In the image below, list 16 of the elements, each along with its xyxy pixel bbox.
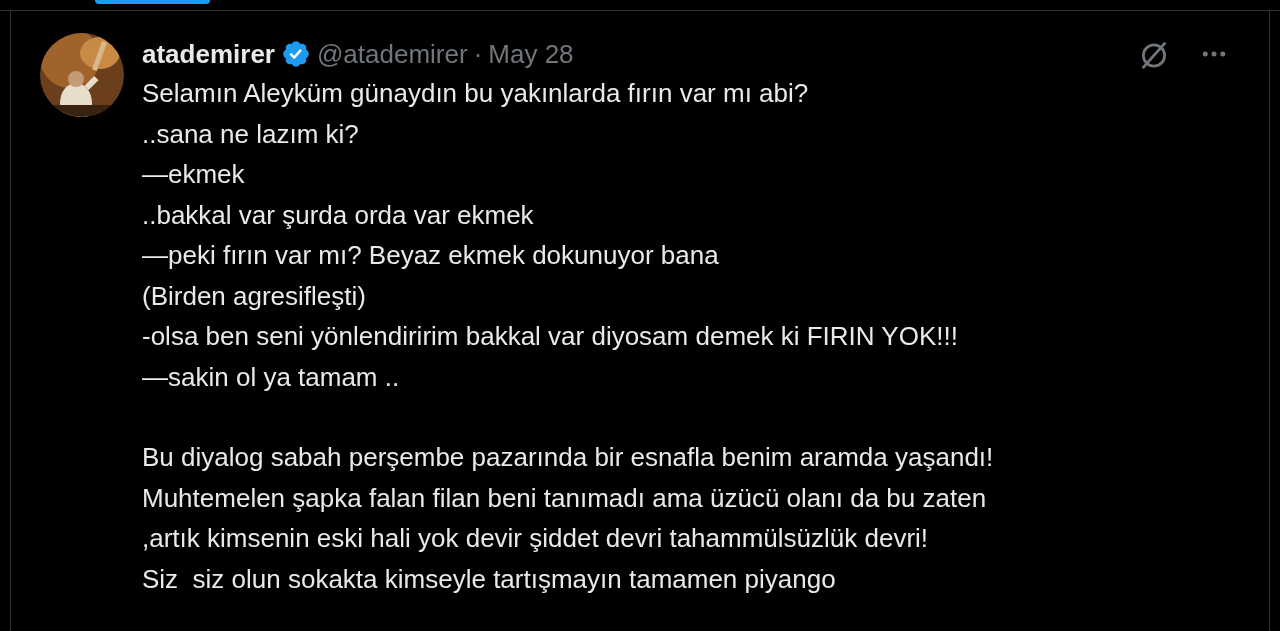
display-name[interactable]: atademirer	[142, 38, 275, 70]
post-text-line: Bu diyalog sabah perşembe pazarında bir esnafla benim aramda yaşandı!	[142, 441, 995, 474]
post-text-line: ..bakkal var şurda orda var ekmek	[142, 198, 535, 232]
user-handle[interactable]: @atademirer	[316, 38, 468, 70]
post-text-line: —sakin ol ya tamam ..	[142, 360, 401, 394]
post-text-line: -olsa ben seni yönlendiririm bakkal var diyosam demek ki FIRIN YOK!!!	[142, 320, 959, 353]
post-text-line: Siz siz olun sokakta kimseyle tartışmayın tamamen piyango	[142, 562, 837, 596]
post-text-line: ..sana ne lazım ki?	[142, 117, 360, 151]
post-text-line: —ekmek	[142, 158, 246, 191]
post-text-line: ,artık kimsenin eski hali yok devir şiddet devri tahammülsüzlük devri!	[142, 522, 930, 555]
post-text-line: Muhtemelen şapka falan filan beni tanımadı ama üzücü olanı da bu zaten	[142, 481, 988, 515]
post-text-line: (Birden agresifleşti)	[142, 279, 367, 313]
post-date[interactable]: May 28	[488, 38, 574, 70]
post-text-line: —peki fırın var mı? Beyaz ekmek dokunuyor bana	[142, 239, 720, 272]
separator-dot: ·	[473, 38, 483, 70]
post-text-line: Selamın Aleyküm günaydın bu yakınlarda fırın var mı abi?	[142, 77, 810, 110]
